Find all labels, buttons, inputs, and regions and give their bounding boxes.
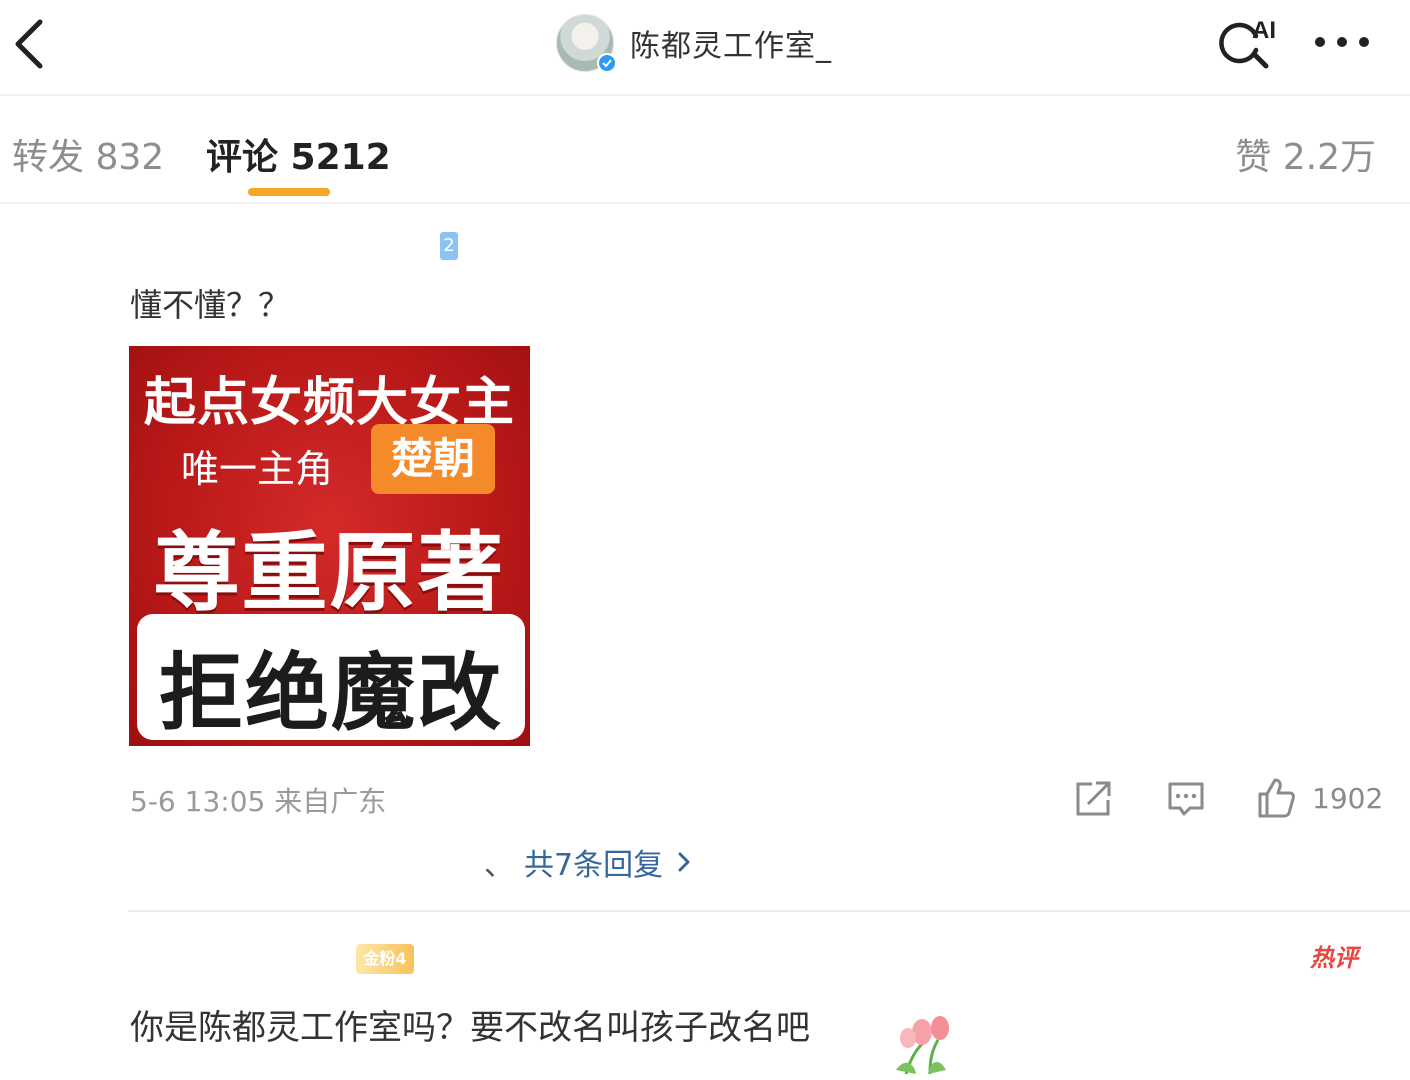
ai-search-icon: AI [1219, 17, 1276, 69]
level-badge: 2 [440, 232, 458, 260]
tulip-icon [896, 1016, 949, 1075]
more-button[interactable] [1310, 24, 1374, 60]
tab-comment[interactable]: 评论 5212 [206, 128, 391, 180]
back-arrow-icon [15, 19, 43, 69]
replies-separator: 、 [484, 848, 514, 883]
share-button[interactable] [1072, 776, 1114, 820]
page-title: 陈都灵工作室_ [630, 29, 832, 64]
comment-icon [1168, 782, 1204, 816]
back-button[interactable] [6, 16, 56, 72]
comment-image[interactable]: 起点女频大女主 唯一主角 楚朝 尊重原著 拒绝魔改 [129, 346, 530, 746]
top-bar: 陈都灵工作室_ AI [0, 0, 1410, 96]
fan-badge: 金粉4 [356, 944, 414, 974]
poster-role: 唯一主角 [181, 447, 334, 491]
comment-divider [128, 910, 1410, 912]
avatar[interactable] [556, 14, 617, 73]
more-icon [1315, 37, 1369, 47]
poster-line3: 尊重原著 [153, 523, 506, 623]
view-replies-link[interactable]: 、 共7条回复 [484, 840, 691, 884]
active-tab-indicator [248, 188, 330, 196]
like-count: 1902 [1312, 781, 1384, 815]
like-icon [1258, 778, 1295, 818]
comment-meta: 5-6 13:05 来自广东 [130, 785, 387, 818]
replies-label: 共7条回复 [524, 848, 664, 883]
ai-search-button[interactable]: AI [1216, 14, 1280, 72]
tab-like[interactable]: 赞 2.2万 [1235, 128, 1376, 180]
verified-icon [597, 53, 617, 73]
account-header[interactable]: 陈都灵工作室_ [556, 12, 832, 74]
share-icon [1076, 781, 1111, 816]
comment-text: 你是陈都灵工作室吗？要不改名叫孩子改名吧 [130, 1008, 810, 1048]
poster-box: 拒绝魔改 [137, 614, 525, 742]
like-button[interactable]: 1902 [1256, 776, 1386, 820]
comment-button[interactable] [1166, 776, 1206, 820]
tab-repost[interactable]: 转发 832 [12, 128, 164, 180]
hot-comment-badge: 热评 [1310, 944, 1358, 972]
ai-label: AI [1252, 17, 1276, 44]
comment-text: 懂不懂？？ [130, 286, 291, 324]
poster-line4: 拒绝魔改 [158, 644, 503, 742]
chevron-right-icon [678, 852, 690, 872]
tab-bar: 转发 832 评论 5212 赞 2.2万 [0, 98, 1410, 204]
poster-name: 楚朝 [371, 424, 495, 494]
